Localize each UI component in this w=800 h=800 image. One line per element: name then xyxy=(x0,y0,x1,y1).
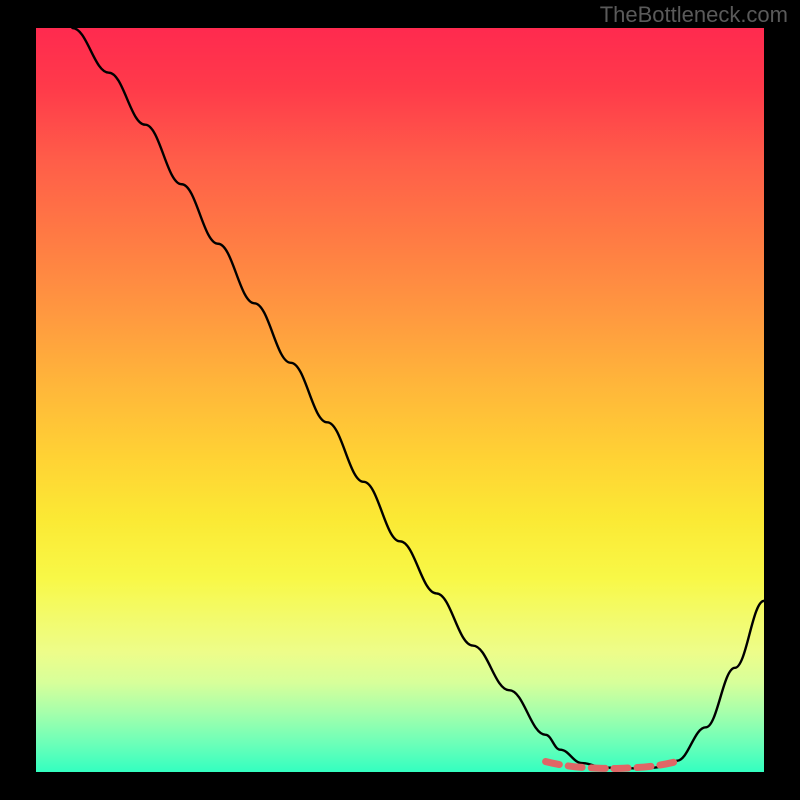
attribution-label: TheBottleneck.com xyxy=(600,2,788,28)
bottleneck-line-chart xyxy=(36,28,764,772)
chart-plot-area xyxy=(36,28,764,772)
curve-line xyxy=(72,28,764,768)
